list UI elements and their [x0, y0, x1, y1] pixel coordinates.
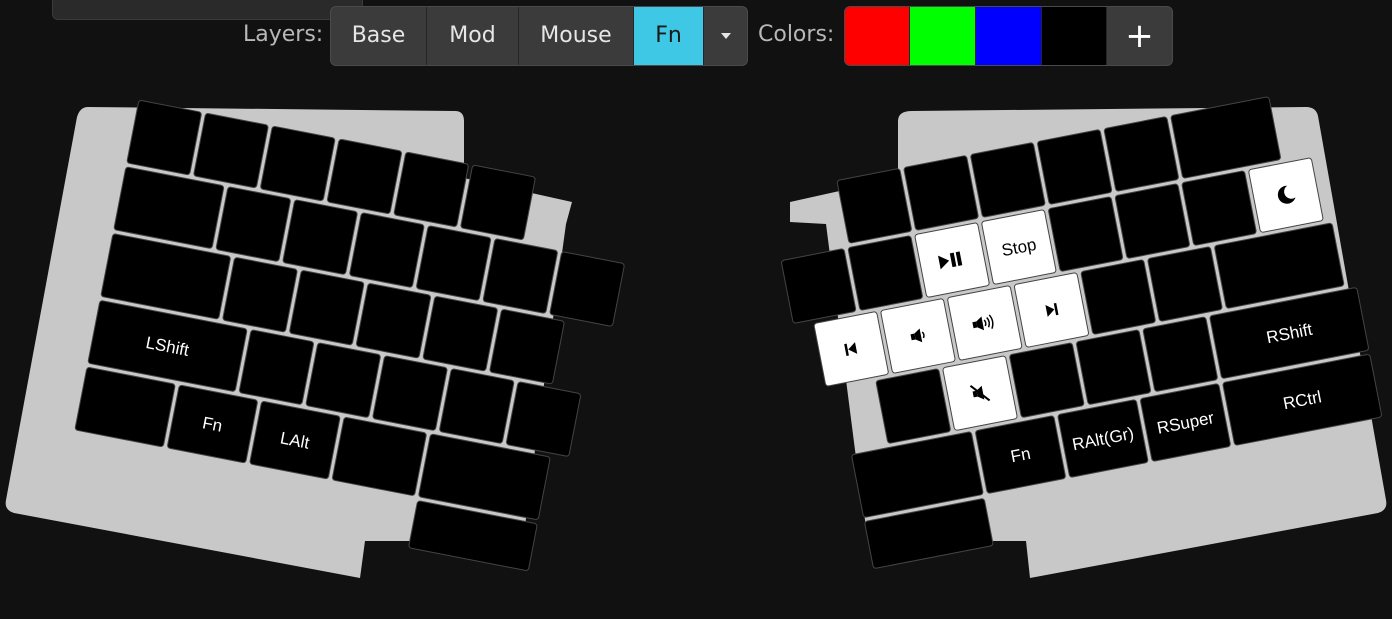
key[interactable]	[489, 309, 565, 385]
key[interactable]	[393, 151, 469, 227]
key[interactable]	[439, 368, 515, 444]
key[interactable]	[875, 368, 951, 444]
key[interactable]	[1181, 170, 1257, 246]
key[interactable]	[1103, 116, 1179, 192]
key[interactable]	[1114, 183, 1190, 259]
key[interactable]	[422, 296, 498, 372]
key[interactable]	[549, 251, 625, 327]
key[interactable]	[193, 113, 269, 189]
keyboard-layout: LShift Fn LAlt Stop RShift Fn RAlt(Gr) R…	[5, 96, 1387, 578]
key[interactable]	[1080, 259, 1156, 335]
key[interactable]	[282, 199, 358, 275]
key[interactable]	[126, 100, 202, 176]
left-keyboard-half: LShift Fn LAlt	[5, 100, 625, 578]
key[interactable]	[289, 270, 365, 346]
key[interactable]	[460, 164, 536, 240]
key[interactable]	[903, 155, 979, 231]
key[interactable]	[847, 235, 923, 311]
key[interactable]	[305, 342, 381, 418]
key[interactable]	[349, 212, 425, 288]
key[interactable]	[260, 126, 336, 202]
key[interactable]	[355, 283, 431, 359]
key[interactable]	[836, 168, 912, 244]
key[interactable]	[1009, 342, 1085, 418]
key[interactable]	[416, 225, 492, 301]
key[interactable]	[482, 238, 558, 314]
right-keyboard-half: Stop RShift Fn RAlt(Gr) RSuper RCtrl	[781, 96, 1387, 578]
key[interactable]	[1037, 129, 1113, 205]
key[interactable]	[1147, 246, 1223, 322]
key[interactable]	[326, 138, 402, 214]
key-label-fn-left: Fn	[201, 413, 224, 435]
key[interactable]	[372, 355, 448, 431]
key[interactable]	[1076, 329, 1152, 405]
key-label-fn-right: Fn	[1009, 444, 1032, 466]
key[interactable]	[222, 257, 298, 333]
key[interactable]	[1048, 196, 1124, 272]
key[interactable]	[215, 186, 291, 262]
key[interactable]	[238, 329, 314, 405]
key[interactable]	[970, 142, 1046, 218]
key-sleep[interactable]	[1248, 157, 1324, 233]
key-volume-up[interactable]	[947, 285, 1023, 361]
key[interactable]	[781, 248, 857, 324]
key[interactable]	[1142, 316, 1218, 392]
key[interactable]	[505, 381, 581, 457]
